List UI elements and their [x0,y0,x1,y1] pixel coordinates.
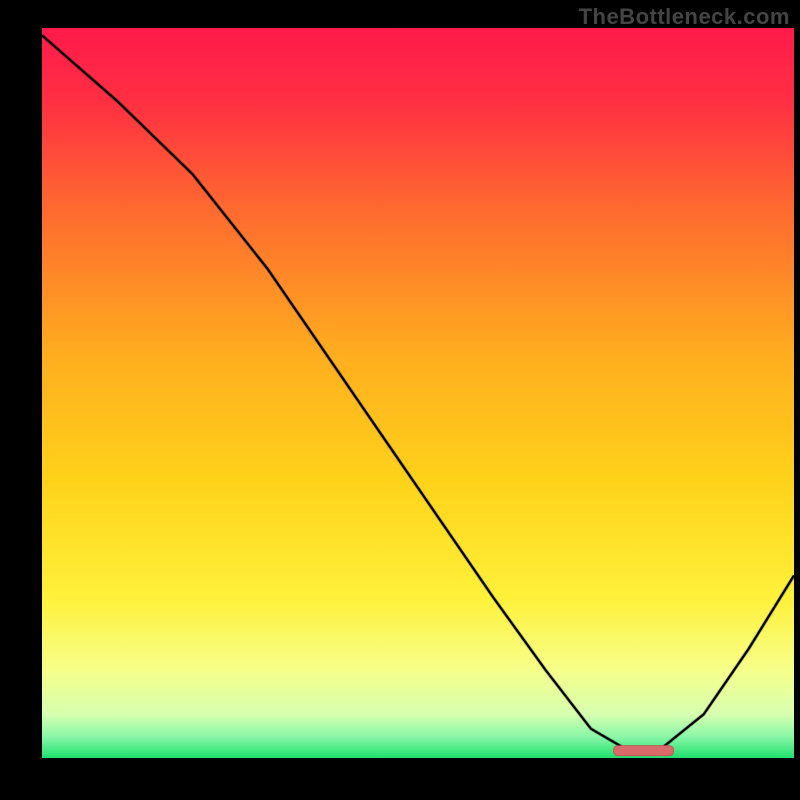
plot-area [42,28,794,758]
chart-svg [42,28,794,758]
chart-frame: TheBottleneck.com [0,0,800,800]
optimal-marker [614,746,674,756]
watermark-text: TheBottleneck.com [579,4,790,30]
